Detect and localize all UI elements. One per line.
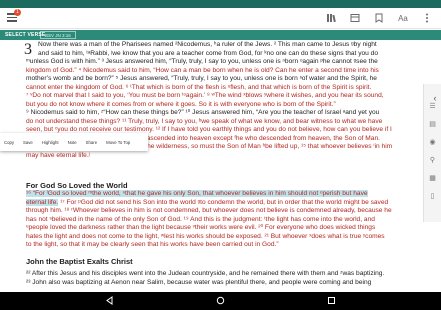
chapter-number: 3	[24, 41, 32, 58]
notification-badge: 1	[14, 9, 21, 16]
side-rail: ☰ ▤ ◉ ⚲ ▦ ▯	[423, 84, 441, 222]
app-bar: 1 Aa	[0, 8, 441, 29]
status-bar	[0, 0, 441, 8]
document-icon[interactable]: ▦	[428, 174, 437, 183]
overflow-menu-icon[interactable]	[421, 12, 433, 24]
verse-16-line-end[interactable]: eternal life. ¹⁷ For ᵖGod did not send h…	[26, 198, 389, 208]
library-icon[interactable]	[325, 12, 337, 24]
menu-icon-bar	[7, 16, 17, 18]
home-icon[interactable]	[215, 296, 225, 306]
text-line: to the light, so that it may be clearly …	[26, 241, 279, 248]
section-heading: For God So Loved the World	[26, 181, 128, 190]
text-line: kingdom of God.” ⁴ Nicodemus said to him…	[26, 66, 379, 74]
back-icon[interactable]	[104, 296, 114, 306]
highlight-button[interactable]: Highlight	[42, 140, 59, 145]
text-line: may have eternal life.ʲ	[26, 151, 90, 159]
section-heading: John the Baptist Exalts Christ	[26, 257, 133, 266]
copy-button[interactable]: Copy	[4, 140, 14, 145]
text-line: ¹⁷ For ᵖGod did not send his Son into th…	[58, 198, 389, 206]
text-line: has not ˢbelieved in the name of the onl…	[26, 215, 375, 223]
media-icon[interactable]: ◉	[428, 138, 437, 147]
toolbar: Aa	[325, 12, 433, 24]
text-line: ²³ John also was baptizing at Aenon near…	[26, 278, 372, 286]
text-line: hates the light and does not come to the…	[26, 232, 385, 240]
text-line: and said to him, ᵗᵃRabbi, ʲwe know that …	[38, 49, 378, 57]
text-line: ᵘpeople loved the darkness rather than t…	[26, 224, 376, 231]
recents-icon[interactable]	[326, 296, 336, 306]
text-line: do not understand these things? ¹¹ Truly…	[26, 117, 383, 125]
text-line: Now there was a man of the Pharisees nam…	[38, 41, 377, 48]
text-line: ⁷ ᵛDo not marvel that I said to you, ‘Yo…	[26, 92, 384, 99]
verse-16-line[interactable]: ¹⁶ “For ˡGod so loved ᵐthe world, ⁿthat …	[26, 190, 368, 199]
notes-icon[interactable]: ▤	[428, 120, 437, 129]
selection-context-menu: Copy Save Highlight Note Share Move To T…	[0, 133, 148, 151]
move-to-top-button[interactable]: Move To Top	[106, 140, 130, 145]
note-button[interactable]: Note	[68, 140, 77, 145]
verse-selection-bar: SELECT VERSE BSV JN 3:16	[0, 30, 441, 40]
system-navigation-bar	[0, 292, 441, 310]
highlighted-verse-end[interactable]: eternal life.	[26, 198, 59, 206]
link-icon[interactable]: ⚲	[428, 156, 437, 165]
highlighted-verse[interactable]: ¹⁶ “For ˡGod so loved ᵐthe world, ⁿthat …	[26, 190, 368, 197]
text-line: mother’s womb and be born?” ⁵ Jesus answ…	[26, 75, 377, 82]
text-size-icon[interactable]: Aa	[397, 12, 409, 24]
reference-tab[interactable]: BSV JN 3:16	[40, 31, 76, 39]
text-line: but you do not know where it comes from …	[26, 100, 336, 108]
text-line: through him. ¹⁸ ʳWhoever believes in him…	[26, 207, 392, 214]
layout-icon[interactable]	[349, 12, 361, 24]
text-line: cannot enter the kingdom of God. ⁶ ᵗThat…	[26, 83, 372, 91]
save-button[interactable]: Save	[23, 140, 33, 145]
page-icon[interactable]: ▯	[428, 192, 437, 201]
menu-icon-bar	[7, 20, 17, 22]
bookmark-icon[interactable]	[373, 12, 385, 24]
reader-pane: 3 Now there was a man of the Pharisees n…	[0, 41, 423, 292]
text-line: ²² After this Jesus and his disciples we…	[26, 270, 385, 277]
text-line: ᵐunless God is with him.” ³ Jesus answer…	[26, 58, 378, 65]
text-line: ⁹ Nicodemus said to him, ᶻ“How can these…	[26, 109, 380, 116]
collapse-panel-chevron-icon[interactable]: ‹	[429, 92, 441, 104]
share-button[interactable]: Share	[86, 140, 97, 145]
